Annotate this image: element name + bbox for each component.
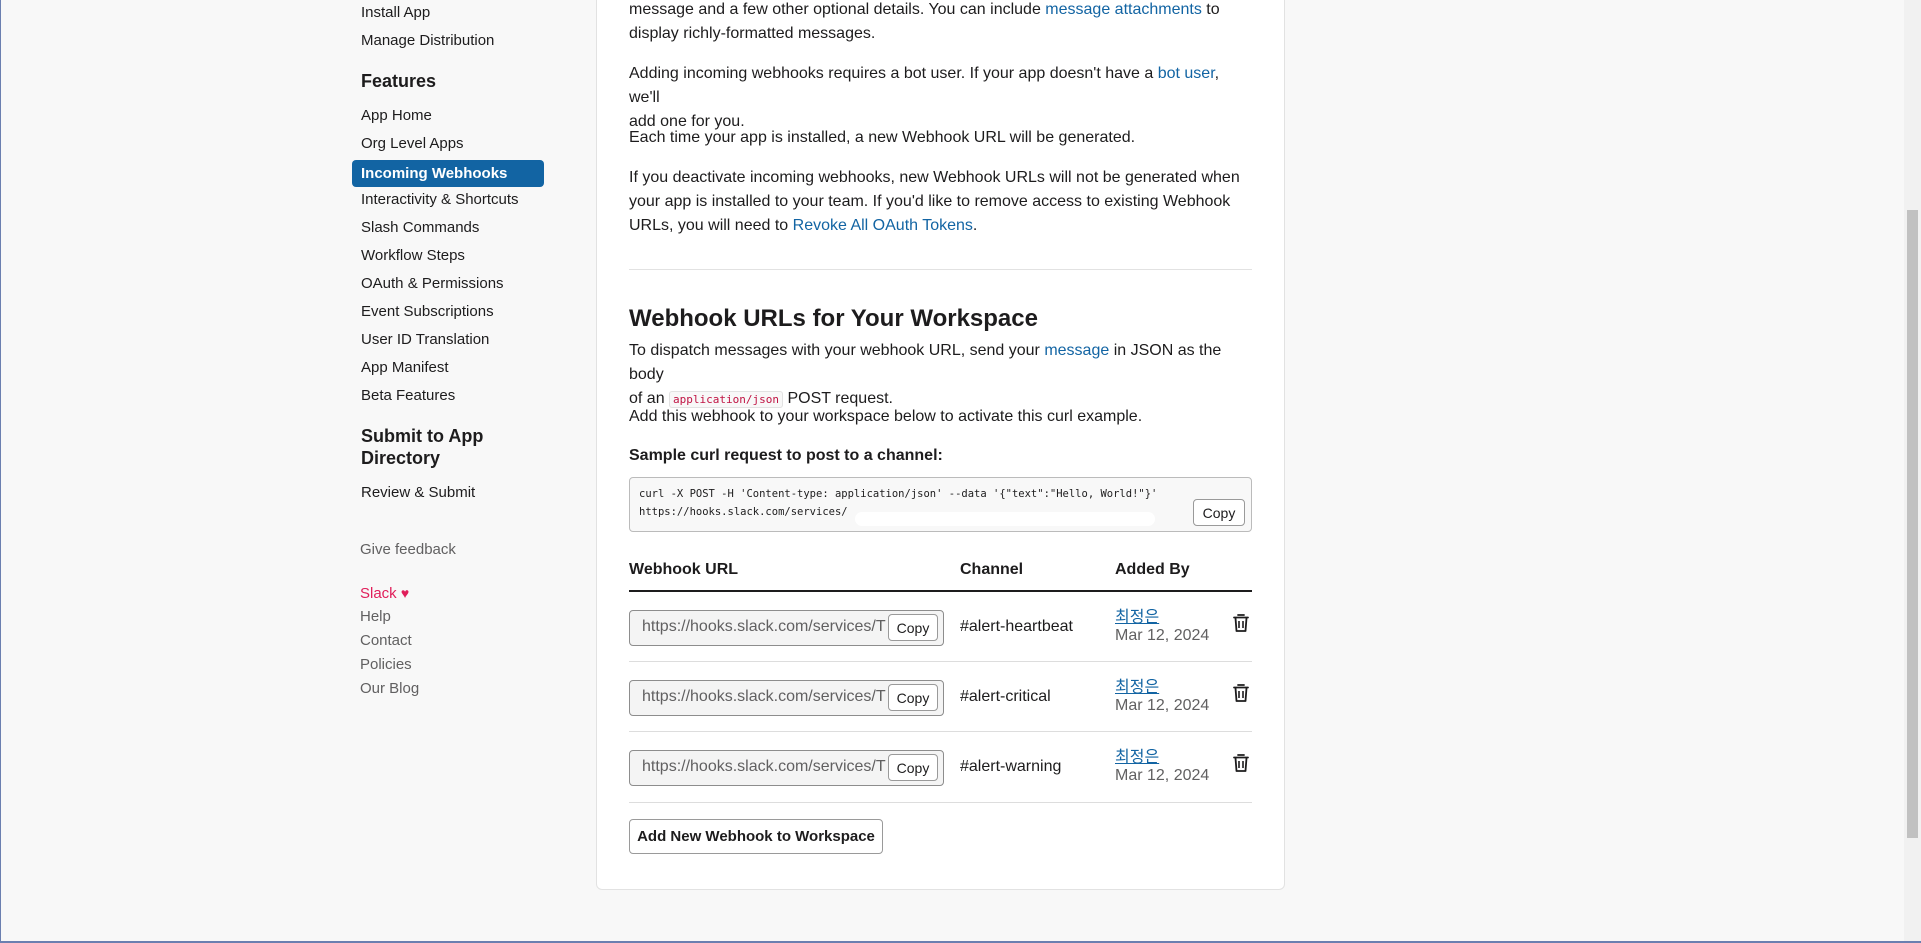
- added-by-user-link[interactable]: 최정은: [1115, 673, 1159, 697]
- trash-icon[interactable]: [1232, 683, 1250, 703]
- sidebar-item-workflow-steps[interactable]: Workflow Steps: [361, 246, 465, 266]
- footer-slack-link[interactable]: Slack ♥: [360, 583, 409, 604]
- footer-slack-label: Slack: [360, 585, 397, 602]
- header-added-by: Added By: [1115, 561, 1190, 578]
- activate-paragraph: Add this webhook to your workspace below…: [629, 408, 1143, 425]
- give-feedback-link[interactable]: Give feedback: [360, 540, 456, 560]
- p2-text-a: Adding incoming webhooks requires a bot …: [629, 65, 1158, 82]
- webhook-url-field[interactable]: https://hooks.slack.com/services/T Copy: [629, 750, 944, 786]
- webhook-url-text: https://hooks.slack.com/services/T: [642, 688, 886, 705]
- bot-user-link[interactable]: bot user: [1158, 65, 1215, 82]
- copy-url-button[interactable]: Copy: [888, 684, 938, 711]
- intro-paragraph-3: Each time your app is installed, a new W…: [629, 129, 1136, 146]
- trash-icon[interactable]: [1232, 613, 1250, 633]
- footer-blog-link[interactable]: Our Blog: [360, 679, 419, 699]
- sidebar-item-slash-commands[interactable]: Slash Commands: [361, 218, 479, 238]
- sidebar-item-org-level-apps[interactable]: Org Level Apps: [361, 134, 464, 154]
- sidebar-heading-submit-line1: Submit to App: [361, 426, 484, 446]
- webhook-url-text: https://hooks.slack.com/services/T: [642, 618, 886, 635]
- channel-name: #alert-critical: [960, 688, 1051, 705]
- message-attachments-link[interactable]: message attachments: [1045, 1, 1202, 18]
- sidebar-item-app-home[interactable]: App Home: [361, 106, 432, 126]
- curl-line-2: https://hooks.slack.com/services/: [639, 506, 848, 518]
- header-channel: Channel: [960, 561, 1024, 578]
- channel-name: #alert-warning: [960, 758, 1062, 775]
- webhook-url-field[interactable]: https://hooks.slack.com/services/T Copy: [629, 610, 944, 646]
- sidebar-heading-features: Features: [361, 71, 437, 91]
- sidebar-item-app-manifest[interactable]: App Manifest: [361, 358, 449, 378]
- scrollbar-thumb[interactable]: [1907, 210, 1918, 838]
- row-divider: [629, 731, 1252, 732]
- p4-text-b: your app is installed to your team. If y…: [629, 193, 1231, 210]
- channel-name: #alert-heartbeat: [960, 618, 1073, 635]
- sidebar-item-event-subscriptions[interactable]: Event Subscriptions: [361, 302, 494, 322]
- footer-contact-link[interactable]: Contact: [360, 631, 412, 651]
- sidebar-item-oauth-permissions[interactable]: OAuth & Permissions: [361, 274, 504, 294]
- revoke-oauth-tokens-link[interactable]: Revoke All OAuth Tokens: [793, 217, 973, 234]
- section-title: Webhook URLs for Your Workspace: [629, 305, 1038, 332]
- sidebar-item-manage-distribution[interactable]: Manage Distribution: [361, 31, 494, 51]
- added-by-user-link[interactable]: 최정은: [1115, 743, 1159, 767]
- webhook-url-text: https://hooks.slack.com/services/T: [642, 758, 886, 775]
- footer-help-link[interactable]: Help: [360, 607, 391, 627]
- curl-sample-box: curl -X POST -H 'Content-type: applicati…: [629, 477, 1252, 532]
- row-divider: [629, 661, 1252, 662]
- trash-icon[interactable]: [1232, 753, 1250, 773]
- row-divider: [629, 802, 1252, 803]
- intro-paragraph-1: message and a few other optional details…: [629, 0, 1252, 46]
- copy-url-button[interactable]: Copy: [888, 754, 938, 781]
- p4-text-c: URLs, you will need to: [629, 217, 793, 234]
- intro-paragraph-4: If you deactivate incoming webhooks, new…: [629, 166, 1252, 238]
- window-left-edge: [0, 0, 1, 943]
- webhook-url-field[interactable]: https://hooks.slack.com/services/T Copy: [629, 680, 944, 716]
- copy-url-button[interactable]: Copy: [888, 614, 938, 641]
- add-new-webhook-button[interactable]: Add New Webhook to Workspace: [629, 819, 883, 854]
- p5-text-a: To dispatch messages with your webhook U…: [629, 342, 1045, 359]
- p4-text-a: If you deactivate incoming webhooks, new…: [629, 169, 1240, 186]
- sidebar-item-install-app[interactable]: Install App: [361, 3, 430, 23]
- p1-text-a: message and a few other optional details…: [629, 1, 1046, 18]
- sidebar-item-interactivity-shortcuts[interactable]: Interactivity & Shortcuts: [361, 190, 519, 210]
- message-link[interactable]: message: [1044, 342, 1109, 359]
- added-date: Mar 12, 2024: [1115, 627, 1210, 644]
- p4-text-d: .: [972, 217, 978, 234]
- sidebar-heading-submit-line2: Directory: [361, 448, 441, 468]
- p1-text-b: to: [1201, 1, 1220, 18]
- table-header-rule: [629, 590, 1252, 592]
- added-by-user-link[interactable]: 최정은: [1115, 603, 1159, 627]
- footer-policies-link[interactable]: Policies: [360, 655, 412, 675]
- copy-curl-button[interactable]: Copy: [1193, 499, 1245, 526]
- added-date: Mar 12, 2024: [1115, 767, 1210, 784]
- added-date: Mar 12, 2024: [1115, 697, 1210, 714]
- intro-paragraph-2: Adding incoming webhooks requires a bot …: [629, 62, 1252, 134]
- curl-line-1: curl -X POST -H 'Content-type: applicati…: [639, 488, 1158, 500]
- curl-label: Sample curl request to post to a channel…: [629, 447, 943, 464]
- sidebar-item-beta-features[interactable]: Beta Features: [361, 386, 455, 406]
- heart-icon: ♥: [400, 585, 410, 601]
- sidebar-item-review-submit[interactable]: Review & Submit: [361, 483, 475, 503]
- redaction-mask: [855, 512, 1155, 526]
- header-webhook-url: Webhook URL: [629, 561, 739, 578]
- sidebar-item-user-id-translation[interactable]: User ID Translation: [361, 330, 489, 350]
- dispatch-paragraph: To dispatch messages with your webhook U…: [629, 339, 1252, 412]
- sidebar-item-incoming-webhooks[interactable]: Incoming Webhooks: [352, 160, 544, 187]
- p1-text-c: display richly-formatted messages.: [629, 25, 876, 42]
- section-divider: [629, 269, 1252, 270]
